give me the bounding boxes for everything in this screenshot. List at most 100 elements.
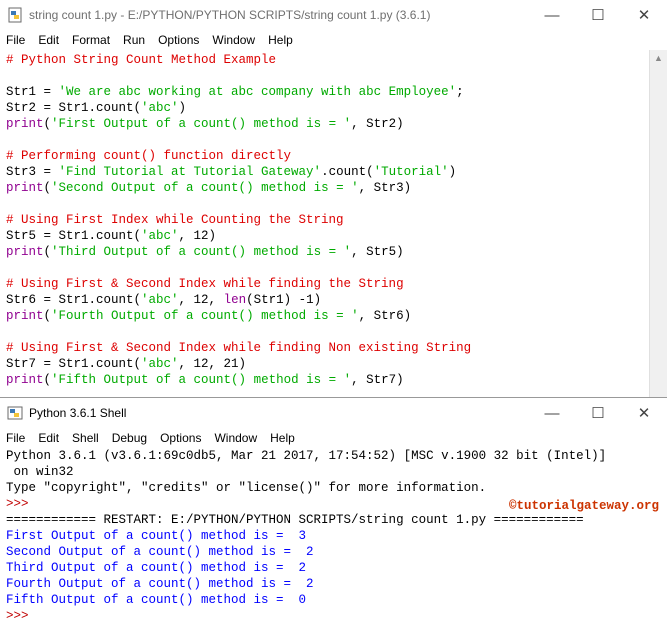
code-line-token: )	[178, 101, 187, 115]
code-line: Str2 = Str1.count('abc')	[6, 100, 667, 116]
code-line-token: 'First Output of a count() method is = '	[51, 117, 352, 131]
editor-scrollbar[interactable]: ▲	[649, 50, 667, 397]
code-line-token: (	[43, 309, 52, 323]
code-line: print('Third Output of a count() method …	[6, 244, 667, 260]
shell-line-token: >>>	[6, 609, 37, 623]
menu-debug[interactable]: Debug	[112, 431, 147, 445]
shell-line-token: ============ RESTART: E:/PYTHON/PYTHON S…	[6, 513, 584, 527]
code-line: # Using First & Second Index while findi…	[6, 276, 667, 292]
code-line-token: ;	[456, 85, 464, 99]
menu-options[interactable]: Options	[158, 33, 199, 47]
shell-line: Fourth Output of a count() method is = 2	[6, 576, 667, 592]
minimize-icon[interactable]: —	[529, 0, 575, 30]
shell-line: ============ RESTART: E:/PYTHON/PYTHON S…	[6, 512, 667, 528]
code-line: Str1 = 'We are abc working at abc compan…	[6, 84, 667, 100]
code-line-token: 'Tutorial'	[373, 165, 449, 179]
code-line: # Using First & Second Index while findi…	[6, 340, 667, 356]
shell-line: First Output of a count() method is = 3	[6, 528, 667, 544]
code-line-token: 'Find Tutorial at Tutorial Gateway'	[58, 165, 322, 179]
shell-line: Python 3.6.1 (v3.6.1:69c0db5, Mar 21 201…	[6, 448, 667, 464]
code-line-token: 'Third Output of a count() method is = '	[51, 245, 352, 259]
menu-run[interactable]: Run	[123, 33, 145, 47]
python-shell-icon	[7, 405, 23, 421]
shell-line-token: on win32	[6, 465, 74, 479]
shell-title: Python 3.6.1 Shell	[29, 406, 127, 420]
code-line: print('Fourth Output of a count() method…	[6, 308, 667, 324]
code-editor[interactable]: # Python String Count Method Example Str…	[0, 52, 667, 388]
menu-window[interactable]: Window	[214, 431, 257, 445]
shell-line-token: Second Output of a count() method is = 2	[6, 545, 314, 559]
watermark: ©tutorialgateway.org	[508, 499, 659, 513]
menu-help[interactable]: Help	[268, 33, 293, 47]
code-line-token: len	[223, 293, 247, 307]
shell-line-token: First Output of a count() method is = 3	[6, 529, 307, 543]
menu-file[interactable]: File	[6, 431, 25, 445]
code-line-token: )	[448, 165, 457, 179]
editor-menubar: File Edit Format Run Options Window Help	[0, 30, 667, 50]
editor-titlebar[interactable]: string count 1.py - E:/PYTHON/PYTHON SCR…	[0, 0, 667, 30]
code-line-token: print	[6, 245, 44, 259]
shell-line: >>>	[6, 608, 667, 624]
code-line-token: (	[43, 245, 52, 259]
code-line-token: Str3 =	[6, 165, 59, 179]
shell-line: Type "copyright", "credits" or "license(…	[6, 480, 667, 496]
code-line: print('First Output of a count() method …	[6, 116, 667, 132]
shell-line: Fifth Output of a count() method is = 0	[6, 592, 667, 608]
code-line-token: # Performing count() function directly	[6, 149, 292, 163]
code-line-token: Str5 = Str1.count(	[6, 229, 142, 243]
code-line-token: print	[6, 117, 44, 131]
code-line-token: Str1 =	[6, 85, 59, 99]
shell-line-token: Fifth Output of a count() method is = 0	[6, 593, 307, 607]
shell-line-token: >>>	[6, 497, 37, 511]
menu-file[interactable]: File	[6, 33, 25, 47]
shell-line-token: Type "copyright", "credits" or "license(…	[6, 481, 487, 495]
code-line: Str3 = 'Find Tutorial at Tutorial Gatewa…	[6, 164, 667, 180]
code-line: Str6 = Str1.count('abc', 12, len(Str1) -…	[6, 292, 667, 308]
code-line-token: Str6 = Str1.count(	[6, 293, 142, 307]
shell-titlebar[interactable]: Python 3.6.1 Shell — ☐ ✕	[0, 397, 667, 428]
code-line-token: print	[6, 181, 44, 195]
code-line-token: print	[6, 309, 44, 323]
menu-options[interactable]: Options	[160, 431, 201, 445]
code-line-token: Str7 = Str1.count(	[6, 357, 142, 371]
editor-window: string count 1.py - E:/PYTHON/PYTHON SCR…	[0, 0, 667, 398]
code-line-token: 'Fourth Output of a count() method is = …	[51, 309, 359, 323]
menu-format[interactable]: Format	[72, 33, 110, 47]
code-line-token: , Str7)	[351, 373, 404, 387]
python-file-icon	[7, 7, 23, 23]
code-line-token: , Str6)	[358, 309, 412, 323]
menu-edit[interactable]: Edit	[38, 33, 59, 47]
scroll-up-icon[interactable]: ▲	[650, 50, 667, 67]
code-line-token: # Using First & Second Index while findi…	[6, 277, 404, 291]
maximize-icon[interactable]: ☐	[575, 398, 621, 428]
menu-shell[interactable]: Shell	[72, 431, 99, 445]
code-line-token: (	[43, 117, 52, 131]
menu-help[interactable]: Help	[270, 431, 295, 445]
code-line-token: 'Fifth Output of a count() method is = '	[51, 373, 352, 387]
maximize-icon[interactable]: ☐	[575, 0, 621, 30]
code-line-token: , Str2)	[351, 117, 404, 131]
shell-line-token: Third Output of a count() method is = 2	[6, 561, 307, 575]
minimize-icon[interactable]: —	[529, 398, 575, 428]
shell-output[interactable]: Python 3.6.1 (v3.6.1:69c0db5, Mar 21 201…	[0, 448, 667, 624]
code-line: print('Fifth Output of a count() method …	[6, 372, 667, 388]
code-line-token: 'Second Output of a count() method is = …	[51, 181, 359, 195]
code-line-token: # Python String Count Method Example	[6, 53, 277, 67]
code-line-token: 'abc'	[141, 101, 179, 115]
code-line-token: 'abc'	[141, 357, 179, 371]
code-line: Str7 = Str1.count('abc', 12, 21)	[6, 356, 667, 372]
shell-line: on win32	[6, 464, 667, 480]
menu-edit[interactable]: Edit	[38, 431, 59, 445]
code-line-token: .count(	[321, 165, 374, 179]
code-line-token: 'abc'	[141, 293, 179, 307]
close-icon[interactable]: ✕	[621, 0, 667, 30]
editor-title: string count 1.py - E:/PYTHON/PYTHON SCR…	[29, 8, 431, 22]
menu-window[interactable]: Window	[212, 33, 255, 47]
code-line-token: , Str3)	[358, 181, 412, 195]
code-line-token: Str2 = Str1.count(	[6, 101, 142, 115]
close-icon[interactable]: ✕	[621, 398, 667, 428]
code-line: print('Second Output of a count() method…	[6, 180, 667, 196]
code-line: # Performing count() function directly	[6, 148, 667, 164]
